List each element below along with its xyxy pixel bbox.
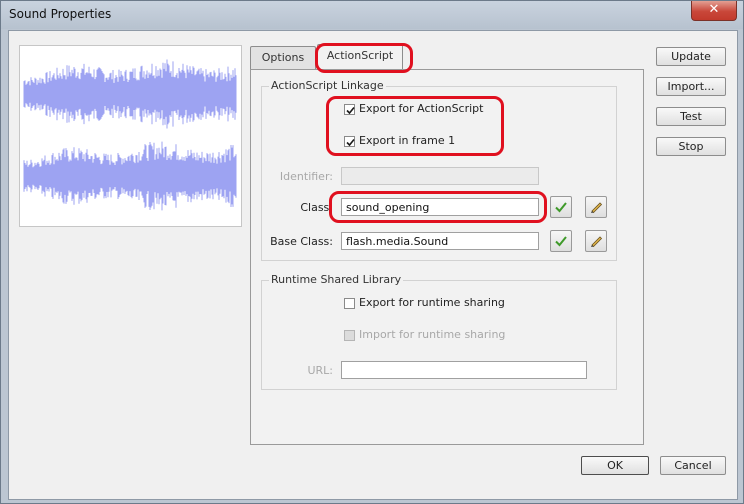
checkbox-checked-icon	[346, 138, 355, 147]
identifier-label: Identifier:	[279, 170, 333, 183]
dialog-client-area: Options ActionScript ActionScript Linkag…	[8, 30, 738, 500]
title-bar[interactable]: Sound Properties ✕	[1, 1, 743, 29]
cancel-button[interactable]: Cancel	[660, 456, 726, 475]
url-field[interactable]	[341, 361, 587, 379]
actionscript-panel: ActionScript Linkage Export for ActionSc…	[250, 69, 644, 445]
sound-properties-dialog: Sound Properties ✕ Options ActionScript …	[0, 0, 744, 504]
edit-base-class-button[interactable]	[585, 230, 607, 252]
tab-actionscript-label: ActionScript	[326, 49, 394, 62]
update-button[interactable]: Update	[656, 47, 726, 66]
tab-actionscript[interactable]: ActionScript	[317, 44, 403, 70]
base-class-field[interactable]: flash.media.Sound	[341, 232, 539, 250]
edit-class-button[interactable]	[585, 196, 607, 218]
import-runtime-checkbox[interactable]	[344, 330, 355, 341]
edit-pencil-icon	[591, 236, 603, 248]
tab-options[interactable]: Options	[250, 46, 316, 69]
ok-button[interactable]: OK	[581, 456, 649, 475]
validate-class-button[interactable]	[550, 196, 572, 218]
identifier-field[interactable]	[341, 167, 539, 185]
export-actionscript-label: Export for ActionScript	[359, 102, 484, 115]
rsl-group-title: Runtime Shared Library	[269, 273, 404, 286]
waveform-preview	[19, 45, 242, 227]
close-button[interactable]: ✕	[691, 1, 737, 21]
tab-options-label: Options	[261, 51, 305, 64]
export-actionscript-checkbox[interactable]	[344, 104, 355, 115]
validate-base-class-button[interactable]	[550, 230, 572, 252]
checkbox-checked-icon	[346, 106, 355, 115]
stop-button[interactable]: Stop	[656, 137, 726, 156]
close-icon: ✕	[708, 2, 720, 17]
import-runtime-label: Import for runtime sharing	[359, 328, 506, 341]
export-frame1-label: Export in frame 1	[359, 134, 456, 147]
window-title: Sound Properties	[9, 7, 112, 21]
edit-pencil-icon	[591, 202, 603, 214]
import-button[interactable]: Import...	[656, 77, 726, 96]
export-frame1-checkbox[interactable]	[344, 136, 355, 147]
validate-check-icon	[555, 202, 567, 213]
class-field[interactable]: sound_opening	[341, 198, 539, 216]
waveform-channel	[23, 141, 237, 211]
linkage-group-title: ActionScript Linkage	[269, 79, 386, 92]
export-runtime-checkbox[interactable]	[344, 298, 355, 309]
url-label: URL:	[307, 364, 333, 377]
export-runtime-label: Export for runtime sharing	[359, 296, 505, 309]
class-label: Class:	[300, 201, 333, 214]
test-button[interactable]: Test	[656, 107, 726, 126]
base-class-label: Base Class:	[270, 235, 333, 248]
waveform-channel	[23, 59, 237, 129]
validate-check-icon	[555, 236, 567, 247]
waveform-graphic	[23, 59, 237, 211]
